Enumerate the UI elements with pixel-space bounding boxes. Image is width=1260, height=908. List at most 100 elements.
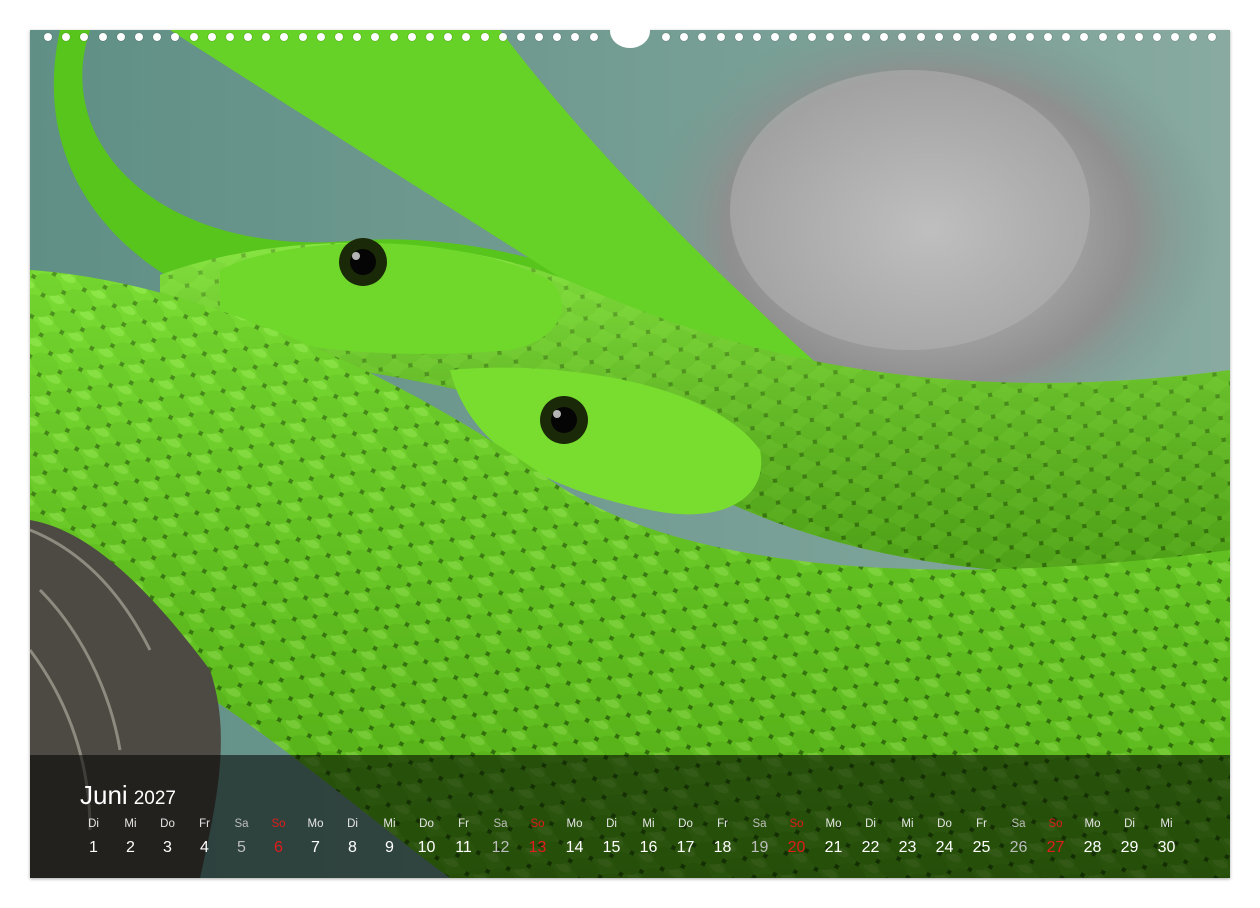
month-title: Juni 2027	[80, 780, 176, 811]
binding-hole	[752, 33, 761, 41]
binding-hole	[98, 33, 107, 41]
binding-hole	[807, 33, 816, 41]
day-number: 19	[750, 839, 769, 856]
binding-hole	[244, 33, 253, 41]
binding-hole	[1116, 33, 1125, 41]
day-number: 10	[417, 839, 436, 856]
weekday-label: Di	[1124, 818, 1135, 830]
binding-hole	[825, 33, 834, 41]
weekday-label: Do	[419, 818, 434, 830]
weekday-label: Do	[937, 818, 952, 830]
weekday-label: Sa	[234, 818, 249, 830]
binding-hole	[316, 33, 325, 41]
day-number: 29	[1120, 839, 1139, 856]
day-number: 24	[935, 839, 954, 856]
weekday-label: Di	[88, 818, 99, 830]
day-cell: Di 29	[1111, 818, 1148, 857]
day-number: 28	[1083, 839, 1102, 856]
day-number: 25	[972, 839, 991, 856]
binding-hole	[389, 33, 398, 41]
binding-hole	[898, 33, 907, 41]
weekday-label: Sa	[1011, 818, 1026, 830]
weekday-label: Mi	[383, 818, 396, 830]
weekday-label: Di	[347, 818, 358, 830]
weekday-label: Mi	[642, 818, 655, 830]
day-cell: Mi 2	[112, 818, 149, 857]
weekday-label: Mo	[825, 818, 842, 830]
day-cell: Di 22	[852, 818, 889, 857]
binding-hole	[843, 33, 852, 41]
weekday-label: Mi	[1160, 818, 1173, 830]
binding-hole	[1171, 33, 1180, 41]
day-number: 5	[237, 839, 246, 856]
weekday-label: Mi	[901, 818, 914, 830]
day-cell: So 27	[1037, 818, 1074, 857]
binding-hole	[1189, 33, 1198, 41]
binding-hole	[462, 33, 471, 41]
weekday-label: Mo	[1084, 818, 1101, 830]
weekday-label: Do	[678, 818, 693, 830]
day-number: 13	[528, 839, 547, 856]
weekday-label: Di	[606, 818, 617, 830]
binding-hole	[335, 33, 343, 41]
day-number: 7	[311, 839, 320, 856]
binding-hole	[1080, 33, 1089, 41]
day-number: 30	[1157, 839, 1176, 856]
year: 2027	[133, 788, 176, 809]
binding-hole	[80, 33, 89, 41]
weekday-label: Sa	[493, 818, 508, 830]
day-cell: Mo 28	[1074, 818, 1111, 857]
day-number: 8	[348, 839, 357, 856]
day-number: 23	[898, 839, 917, 856]
day-cell: Fr 25	[963, 818, 1000, 857]
weekday-label: So	[1048, 818, 1063, 830]
weekday-label: So	[789, 818, 804, 830]
day-cell: Do 17	[667, 818, 704, 857]
binding-hole	[571, 33, 580, 41]
green-mamba-photo	[30, 30, 1230, 878]
weekday-label: Mo	[307, 818, 324, 830]
day-cell: Mo 14	[556, 818, 593, 857]
binding-hole	[1062, 33, 1071, 41]
binding-hole	[1043, 33, 1052, 41]
day-cell: Fr 11	[445, 818, 482, 857]
binding-hole	[1207, 33, 1216, 41]
binding-hole	[716, 33, 725, 41]
day-cell: Fr 18	[704, 818, 741, 857]
day-number: 6	[274, 839, 283, 856]
weekday-label: Fr	[717, 818, 728, 830]
binding-hole	[116, 33, 125, 41]
day-cell: Mi 16	[630, 818, 667, 857]
binding-hole	[862, 33, 871, 41]
binding-hole	[371, 33, 380, 41]
binding-hole	[989, 33, 998, 41]
day-number: 3	[163, 839, 172, 856]
binding-hole	[535, 33, 544, 41]
day-cell: So 13	[519, 818, 556, 857]
binding-hole	[44, 33, 52, 41]
binding-hole	[353, 33, 362, 41]
day-number: 22	[861, 839, 880, 856]
day-cell: Di 15	[593, 818, 630, 857]
day-cell: Do 3	[149, 818, 186, 857]
binding-hole	[425, 33, 434, 41]
weekday-label: Sa	[752, 818, 767, 830]
weekday-label: Fr	[976, 818, 987, 830]
calendar-page	[30, 30, 1230, 878]
day-cell: Di 1	[75, 818, 112, 857]
binding-hole	[698, 33, 707, 41]
month-name: Juni	[80, 780, 128, 810]
day-number: 11	[455, 839, 472, 856]
day-cell: Di 8	[334, 818, 371, 857]
binding-hole	[189, 33, 198, 41]
binding-hole	[134, 33, 143, 41]
binding-hole	[662, 33, 670, 41]
binding-holes-left	[44, 31, 608, 43]
day-cell: So 20	[778, 818, 815, 857]
day-cell: Sa 12	[482, 818, 519, 857]
day-cell: Mi 9	[371, 818, 408, 857]
binding-hole	[498, 33, 507, 41]
binding-hole	[1098, 33, 1107, 41]
day-cell: Fr 4	[186, 818, 223, 857]
day-cell: Sa 19	[741, 818, 778, 857]
